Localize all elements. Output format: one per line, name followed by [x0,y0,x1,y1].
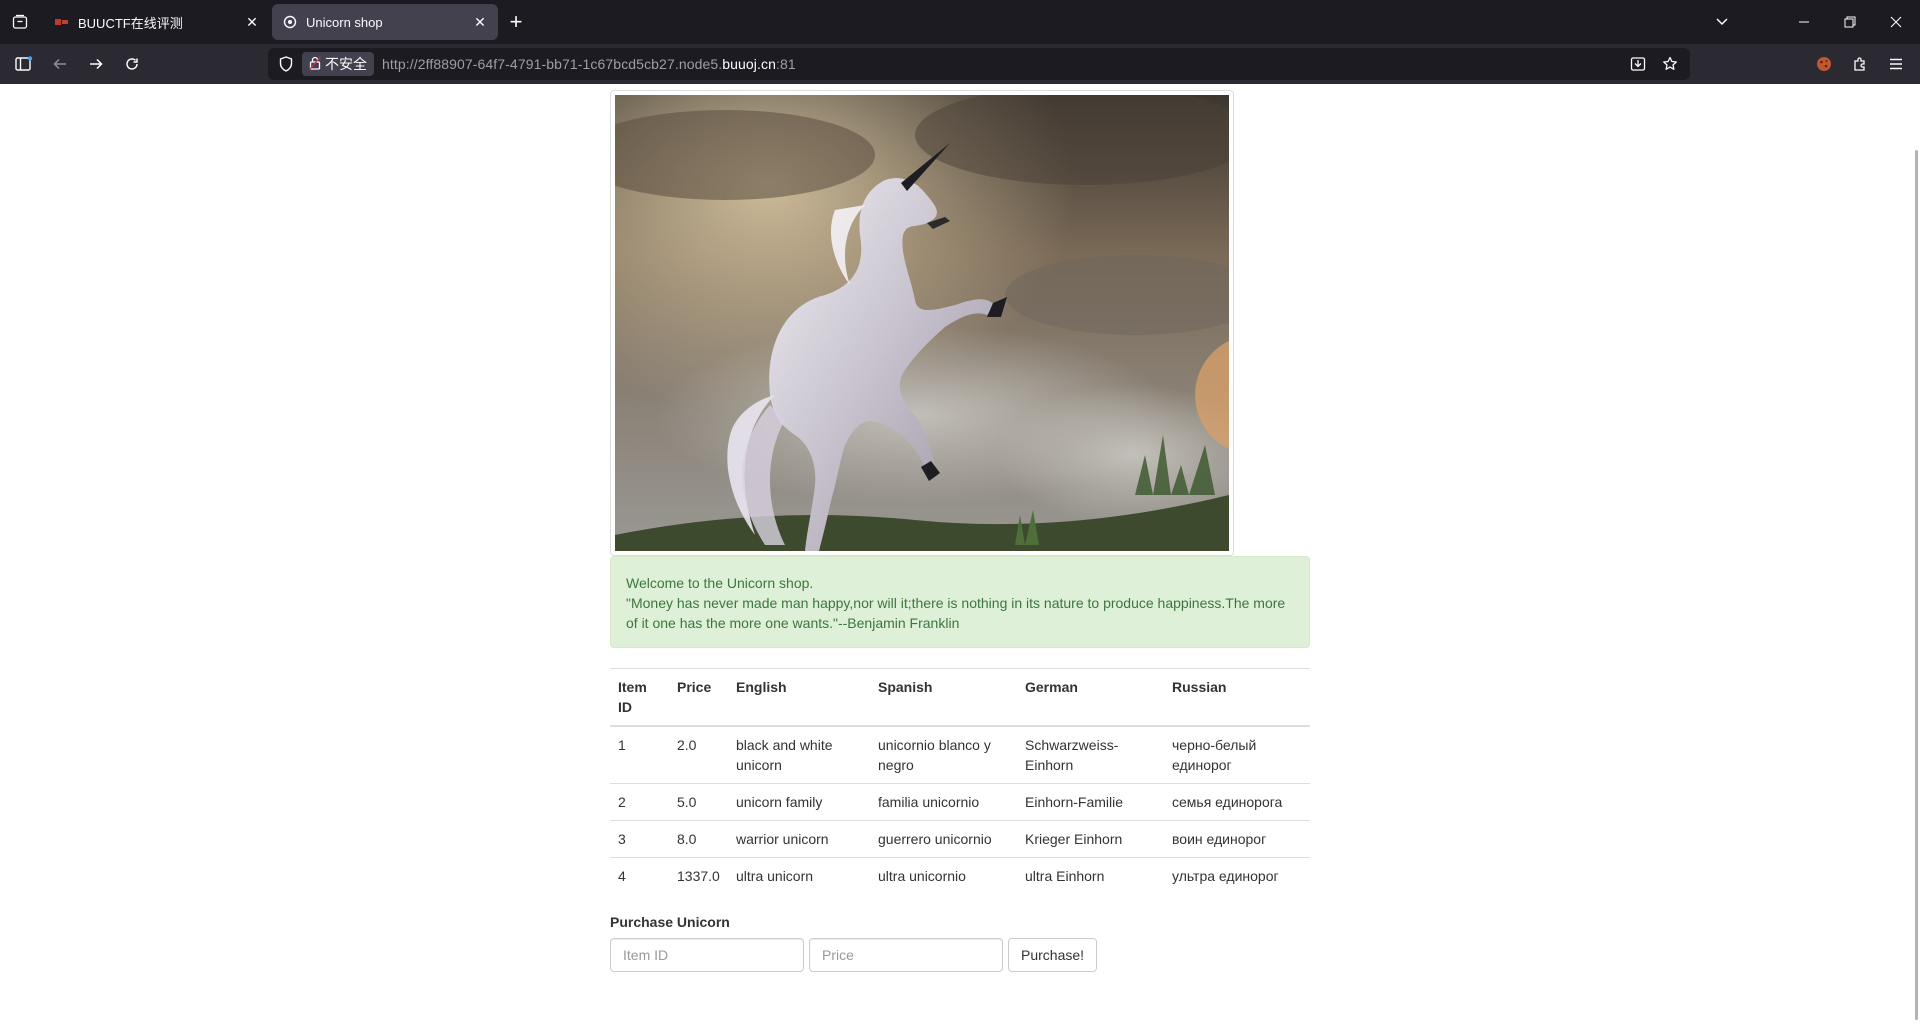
column-header-english: English [728,668,870,727]
purchase-form: Purchase! [610,938,1098,972]
bookmark-star-icon[interactable] [1658,52,1682,76]
cell-english: black and white unicorn [728,725,870,784]
cell-price: 8.0 [669,820,728,858]
cell-spanish: ultra unicornio [870,857,1017,894]
close-tab-icon[interactable]: ✕ [244,14,260,30]
item-id-input[interactable] [610,938,804,972]
security-label: 不安全 [325,56,367,72]
cell-russian: черно-белый единорог [1164,725,1310,784]
cell-english: unicorn family [728,783,870,821]
url-text[interactable]: http://2ff88907-64f7-4791-bb71-1c67bcd5c… [382,56,796,72]
tab-title: Unicorn shop [306,14,383,30]
table-header-row: Item ID Price English Spanish German Rus… [610,668,1310,727]
franklin-quote: "Money has never made man happy,nor will… [626,595,1286,631]
table-row: 3 8.0 warrior unicorn guerrero unicornio… [610,820,1310,858]
url-prefix: http://2ff88907-64f7-4791-bb71-1c67bcd5c… [382,56,723,72]
extension-cookie-icon[interactable] [1812,52,1836,76]
insecure-lock-icon [309,56,321,73]
menu-hamburger-icon[interactable] [1884,52,1908,76]
list-all-tabs-icon[interactable] [1710,10,1734,34]
unicorn-image [610,90,1234,556]
minimize-icon[interactable] [1792,10,1816,34]
cell-russian: воин единорог [1164,820,1310,858]
cell-price: 5.0 [669,783,728,821]
column-header-item-id: Item ID [610,668,669,727]
cell-russian: ультра единорог [1164,857,1310,894]
table-row: 1 2.0 black and white unicorn unicornio … [610,725,1310,784]
tab-bar: BUUCTF在线评测 ✕ Unicorn shop ✕ + [0,0,1920,44]
tab-list-icon[interactable] [8,10,32,34]
extensions-puzzle-icon[interactable] [1848,52,1872,76]
cell-item-id: 3 [610,820,669,858]
tab-unicorn-shop[interactable]: Unicorn shop ✕ [272,4,498,40]
cell-english: warrior unicorn [728,820,870,858]
price-input[interactable] [809,938,1003,972]
globe-favicon-icon [282,14,298,30]
tab-title: BUUCTF在线评测 [78,15,183,31]
cell-spanish: unicornio blanco y negro [870,725,1017,784]
page-viewport: Welcome to the Unicorn shop. "Money has … [0,84,1920,1032]
purchase-heading: Purchase Unicorn [610,914,730,930]
close-window-icon[interactable] [1884,10,1908,34]
welcome-message: Welcome to the Unicorn shop. [626,575,814,591]
table-row: 4 1337.0 ultra unicorn ultra unicornio u… [610,857,1310,894]
column-header-german: German [1017,668,1164,727]
close-tab-icon[interactable]: ✕ [472,14,488,30]
column-header-spanish: Spanish [870,668,1017,727]
restore-icon[interactable] [1838,10,1862,34]
forward-icon[interactable] [84,52,108,76]
url-suffix: :81 [775,56,796,72]
cell-price: 2.0 [669,725,728,784]
site-security-indicator[interactable]: 不安全 [302,52,374,76]
reload-icon[interactable] [120,52,144,76]
save-page-icon[interactable] [1626,52,1650,76]
tracking-protection-shield-icon[interactable] [276,54,296,74]
back-icon[interactable] [48,52,72,76]
url-domain: buuoj.cn [722,56,776,72]
cell-german: Einhorn-Familie [1017,783,1164,821]
url-bar[interactable]: 不安全 http://2ff88907-64f7-4791-bb71-1c67b… [268,48,1690,80]
cell-price: 1337.0 [669,857,728,894]
sidebar-icon[interactable] [12,52,36,76]
cell-spanish: guerrero unicornio [870,820,1017,858]
cell-item-id: 2 [610,783,669,821]
column-header-russian: Russian [1164,668,1310,727]
unicorn-table: Item ID Price English Spanish German Rus… [610,668,1310,894]
welcome-alert: Welcome to the Unicorn shop. "Money has … [610,556,1310,648]
cell-german: ultra Einhorn [1017,857,1164,894]
tab-buuctf[interactable]: BUUCTF在线评测 ✕ [44,4,270,40]
new-tab-icon[interactable]: + [504,9,528,34]
cell-item-id: 1 [610,725,669,784]
cell-german: Krieger Einhorn [1017,820,1164,858]
purchase-button[interactable]: Purchase! [1008,938,1098,972]
navigation-toolbar: 不安全 http://2ff88907-64f7-4791-bb71-1c67b… [0,44,1920,84]
cell-item-id: 4 [610,857,669,894]
cell-russian: семья единорога [1164,783,1310,821]
cell-german: Schwarzweiss-Einhorn [1017,725,1164,784]
buuctf-favicon-icon [54,14,70,30]
column-header-price: Price [669,668,728,727]
cell-english: ultra unicorn [728,857,870,894]
page-scrollbar[interactable] [1915,150,1918,1020]
table-row: 2 5.0 unicorn family familia unicornio E… [610,783,1310,821]
unicorn-illustration [615,95,1229,551]
cell-spanish: familia unicornio [870,783,1017,821]
